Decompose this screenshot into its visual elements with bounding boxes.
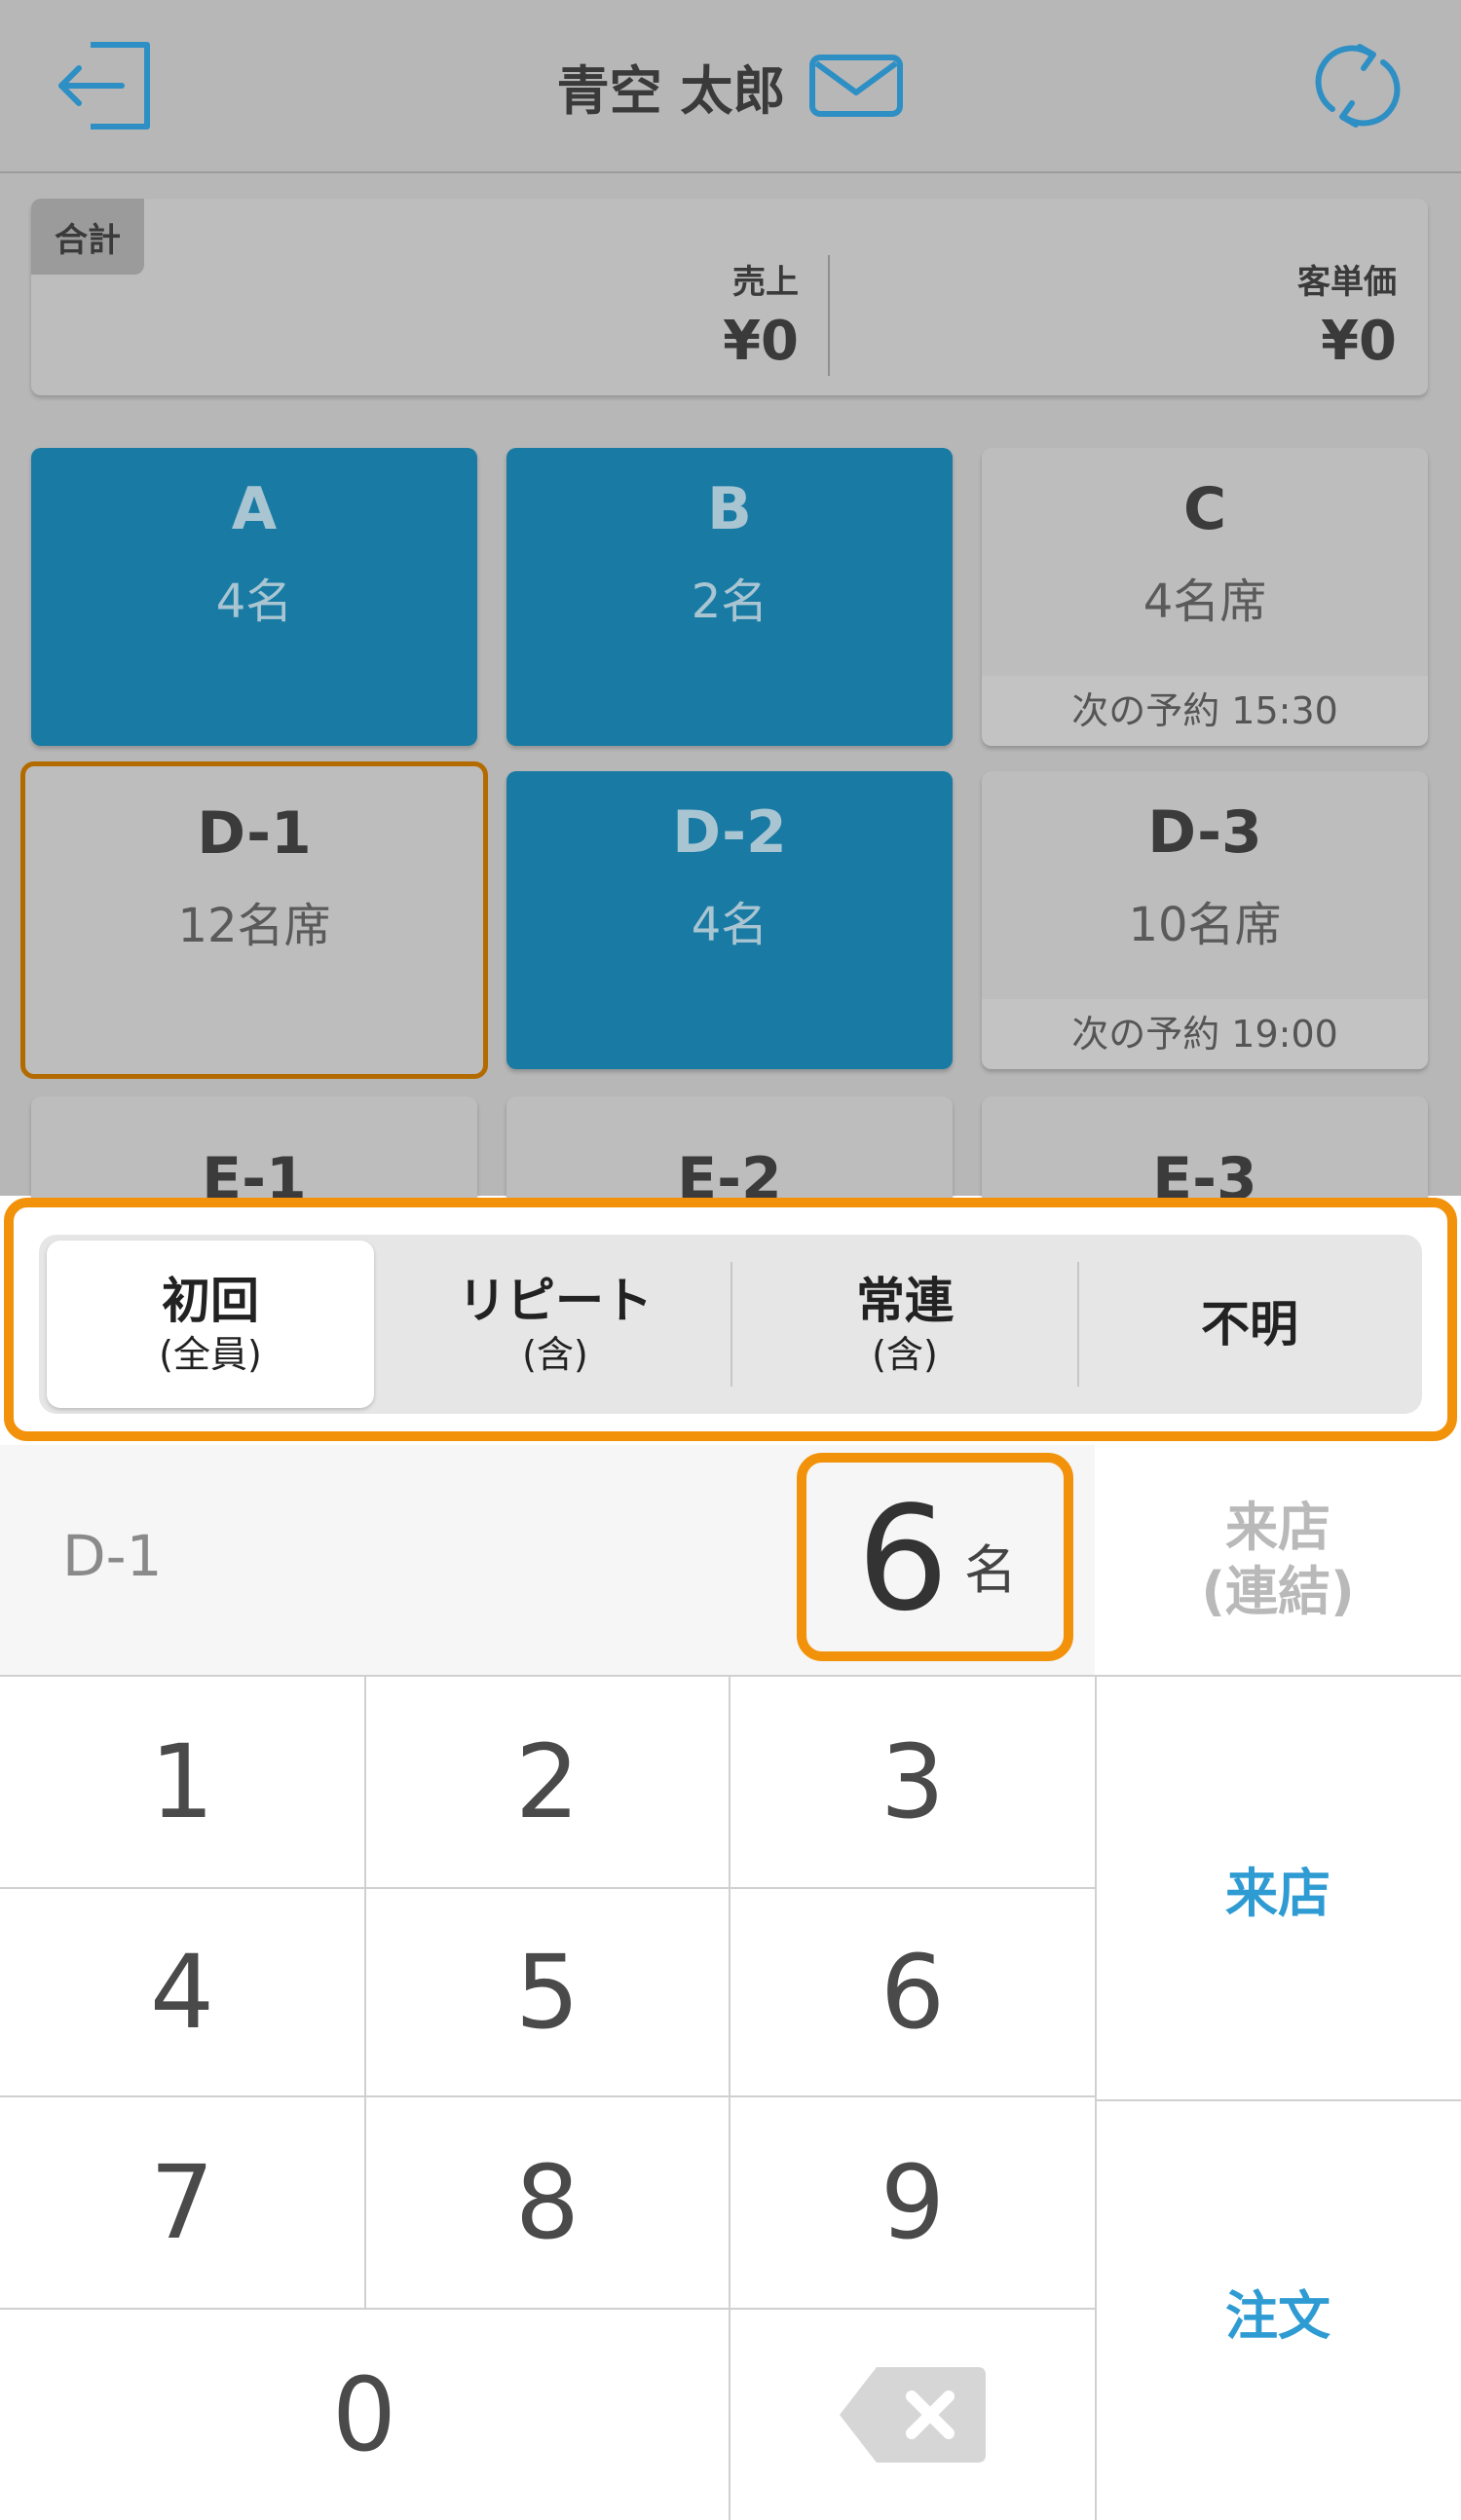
table-capacity: 10名席: [1128, 898, 1282, 952]
keypad-line: [0, 1887, 1095, 1889]
summary-badge: 合計: [31, 199, 144, 275]
key-5[interactable]: 5: [366, 1889, 729, 2095]
table-tile-e2[interactable]: E-2: [506, 1096, 953, 1198]
table-tile-e1[interactable]: E-1: [31, 1096, 477, 1198]
keypad-line: [0, 2095, 1095, 2097]
segment-label: 初回: [162, 1273, 259, 1329]
backspace-key[interactable]: [730, 2310, 1095, 2520]
key-3[interactable]: 3: [730, 1677, 1095, 1887]
order-button[interactable]: 注文: [1095, 2101, 1461, 2520]
table-name: E-1: [202, 1145, 307, 1198]
table-name: D-2: [672, 798, 787, 867]
keypad-line: [364, 1677, 366, 2308]
guest-count-unit: 名: [964, 1539, 1017, 1601]
selected-table-name: D-1: [62, 1523, 163, 1589]
key-6[interactable]: 6: [730, 1889, 1095, 2095]
next-reservation: 次の予約 15:30: [982, 676, 1428, 746]
guest-count-value: 6: [856, 1475, 950, 1643]
segment-label: 不明: [1201, 1296, 1298, 1353]
table-capacity: 4名席: [1143, 574, 1267, 629]
table-capacity: 4名: [215, 574, 293, 629]
segment-sublabel: (全員): [159, 1333, 262, 1376]
key-1[interactable]: 1: [0, 1677, 364, 1887]
table-name: A: [231, 475, 278, 543]
table-name: B: [707, 475, 752, 543]
table-tile-c[interactable]: C 4名席 次の予約 15:30: [982, 448, 1428, 746]
customer-type-repeat[interactable]: リピート (含): [380, 1241, 730, 1408]
segment-label: 常連: [856, 1273, 954, 1329]
table-tile-e3[interactable]: E-3: [982, 1096, 1428, 1198]
table-name: D-3: [1147, 798, 1262, 867]
key-0[interactable]: 0: [0, 2310, 729, 2520]
customer-type-first[interactable]: 初回 (全員): [47, 1241, 374, 1408]
key-9[interactable]: 9: [730, 2097, 1095, 2308]
table-tile-d2[interactable]: D-2 4名: [506, 771, 953, 1069]
customer-type-unknown[interactable]: 不明: [1079, 1241, 1420, 1408]
segment-label: リピート: [458, 1273, 653, 1329]
table-name: C: [1182, 475, 1227, 543]
table-tile-b[interactable]: B 2名: [506, 448, 953, 746]
visit-join-button[interactable]: 来店 (連結): [1095, 1445, 1461, 1677]
keypad-line: [0, 1675, 1095, 1677]
mail-icon[interactable]: [808, 54, 904, 118]
visit-button[interactable]: 来店: [1095, 1677, 1461, 2101]
avg-price-label: 客単価: [1297, 263, 1397, 302]
keypad-line: [729, 1677, 730, 2520]
table-capacity: 2名: [691, 574, 768, 629]
summary-divider: [828, 255, 830, 376]
backspace-icon: [840, 2367, 986, 2463]
customer-type-regular[interactable]: 常連 (含): [732, 1241, 1077, 1408]
table-name: E-3: [1152, 1145, 1257, 1198]
table-name: D-1: [197, 799, 312, 868]
key-7[interactable]: 7: [0, 2097, 364, 2308]
visit-join-label: 来店: [1225, 1497, 1330, 1558]
avg-price-value: ¥0: [1321, 310, 1397, 373]
segment-sublabel: (含): [522, 1333, 588, 1376]
sales-value: ¥0: [723, 310, 799, 373]
table-tile-d3[interactable]: D-3 10名席 次の予約 19:00: [982, 771, 1428, 1069]
segment-sublabel: (含): [872, 1333, 938, 1376]
table-tile-d1[interactable]: D-1 12名席: [20, 761, 488, 1079]
key-8[interactable]: 8: [366, 2097, 729, 2308]
table-name: E-2: [677, 1145, 782, 1198]
next-reservation: 次の予約 19:00: [982, 999, 1428, 1069]
table-capacity: 4名: [691, 898, 768, 952]
key-4[interactable]: 4: [0, 1889, 364, 2095]
refresh-icon[interactable]: [1311, 39, 1405, 132]
table-tile-a[interactable]: A 4名: [31, 448, 477, 746]
staff-name: 青空 太郎: [556, 59, 786, 122]
sales-label: 売上: [732, 263, 799, 302]
visit-join-sublabel: (連結): [1201, 1561, 1355, 1622]
key-2[interactable]: 2: [366, 1677, 729, 1887]
keypad-line: [0, 2308, 1095, 2310]
header-center: 青空 太郎: [0, 0, 1461, 171]
table-capacity: 12名席: [177, 899, 331, 953]
